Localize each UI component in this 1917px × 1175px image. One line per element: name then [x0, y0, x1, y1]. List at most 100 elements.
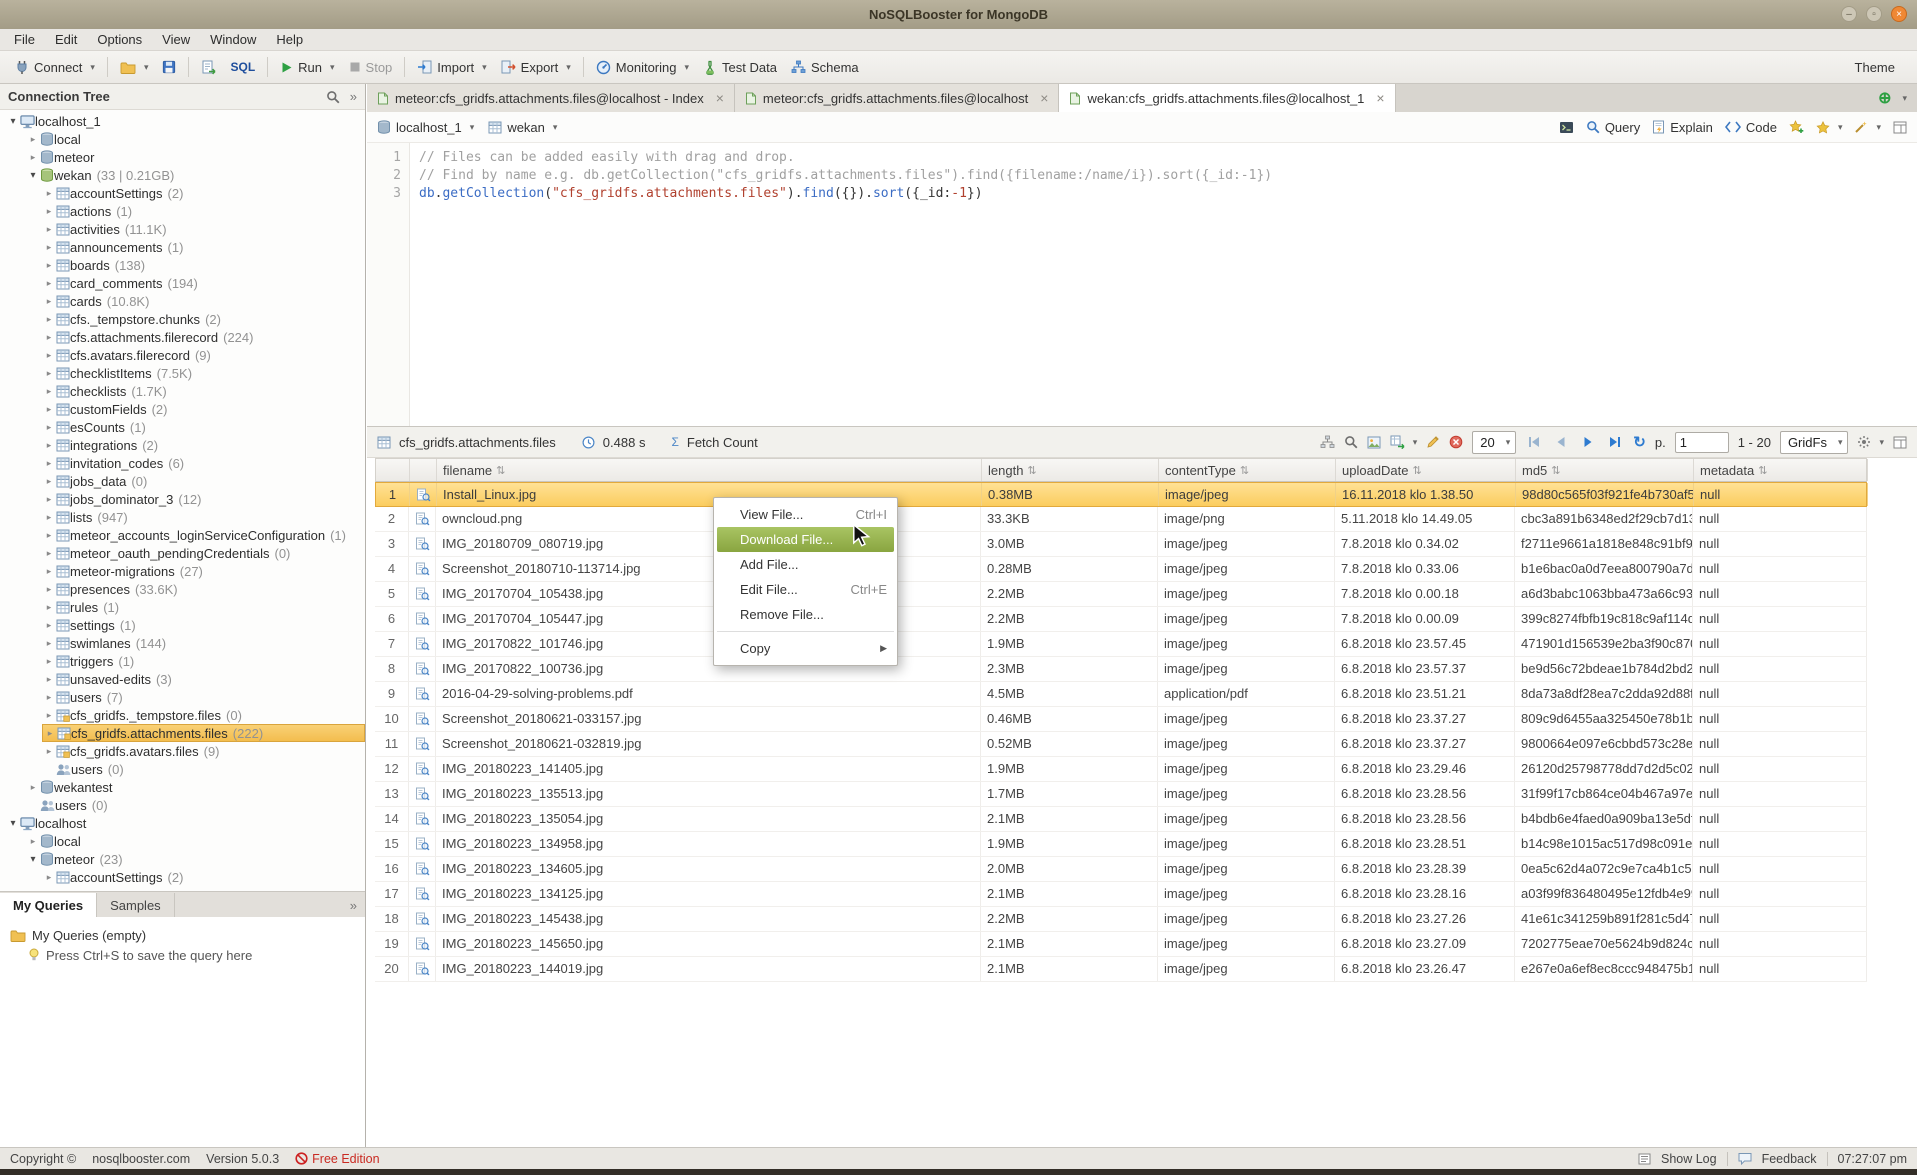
- table-row[interactable]: 10Screenshot_20180621-033157.jpg0.46MBim…: [375, 707, 1867, 732]
- cell-uploadDate[interactable]: 6.8.2018 klo 23.27.26: [1335, 907, 1515, 931]
- cell-length[interactable]: 0.46MB: [981, 707, 1158, 731]
- expand-arrow-icon[interactable]: ▸: [42, 674, 56, 685]
- view-mode-select[interactable]: GridFs▾: [1780, 431, 1849, 454]
- tab-list-icon[interactable]: ▾: [1902, 93, 1907, 104]
- menu-item-file[interactable]: File: [4, 29, 45, 50]
- row-preview-cell[interactable]: [409, 507, 436, 531]
- tree-item[interactable]: ▸cfs.avatars.filerecord(9): [42, 346, 365, 364]
- expand-arrow-icon[interactable]: ▸: [42, 530, 56, 541]
- cell-metadata[interactable]: null: [1693, 657, 1867, 681]
- sort-icon[interactable]: ⇅: [1551, 464, 1560, 477]
- sort-icon[interactable]: ⇅: [1240, 464, 1249, 477]
- cell-filename[interactable]: IMG_20170822_101746.jpg: [436, 632, 981, 656]
- column-header-filename[interactable]: filename⇅: [437, 459, 982, 481]
- export-results-button[interactable]: ▾: [1390, 435, 1418, 449]
- cell-metadata[interactable]: null: [1693, 882, 1867, 906]
- tree-item[interactable]: users(0): [26, 796, 365, 814]
- table-row[interactable]: 92016-04-29-solving-problems.pdf4.5MBapp…: [375, 682, 1867, 707]
- expand-arrow-icon[interactable]: ▸: [42, 566, 56, 577]
- cell-metadata[interactable]: null: [1693, 707, 1867, 731]
- cell-length[interactable]: 0.38MB: [982, 483, 1159, 506]
- cell-contentType[interactable]: image/jpeg: [1158, 932, 1335, 956]
- tree-item[interactable]: ▾localhost_1: [6, 112, 365, 130]
- cell-uploadDate[interactable]: 7.8.2018 klo 0.33.06: [1335, 557, 1515, 581]
- cell-filename[interactable]: Install_Linux.jpg: [437, 483, 982, 506]
- collection-selector[interactable]: wekan▾: [488, 120, 557, 135]
- expand-arrow-icon[interactable]: ▾: [26, 854, 40, 865]
- expand-arrow-icon[interactable]: ▸: [42, 602, 56, 613]
- cell-md5[interactable]: a03f99f836480495e12fdb4e991: [1515, 882, 1693, 906]
- tree-item[interactable]: ▸customFields(2): [42, 400, 365, 418]
- expand-arrow-icon[interactable]: ▸: [26, 152, 40, 163]
- table-row[interactable]: 6IMG_20170704_105447.jpg2.2MBimage/jpeg7…: [375, 607, 1867, 632]
- tree-item[interactable]: ▸swimlanes(144): [42, 634, 365, 652]
- cell-contentType[interactable]: application/pdf: [1158, 682, 1335, 706]
- tree-item[interactable]: ▾localhost: [6, 814, 365, 832]
- stop-button[interactable]: Stop: [342, 54, 400, 80]
- cell-filename[interactable]: IMG_20180223_134605.jpg: [436, 857, 981, 881]
- preview-icon[interactable]: [415, 912, 430, 926]
- sidebar-tab-samples[interactable]: Samples: [97, 893, 175, 918]
- cell-contentType[interactable]: image/jpeg: [1158, 582, 1335, 606]
- editor-code[interactable]: // Find by name e.g. db.getCollection("c…: [409, 167, 1272, 185]
- cell-uploadDate[interactable]: 6.8.2018 klo 23.57.45: [1335, 632, 1515, 656]
- expand-arrow-icon[interactable]: ▸: [42, 422, 56, 433]
- cell-length[interactable]: 2.1MB: [981, 882, 1158, 906]
- cell-md5[interactable]: 8da73a8df28ea7c2dda92d88f0c: [1515, 682, 1693, 706]
- row-preview-cell[interactable]: [409, 807, 436, 831]
- tree-item[interactable]: ▸accountSettings(2): [42, 184, 365, 202]
- cell-length[interactable]: 3.0MB: [981, 532, 1158, 556]
- cell-md5[interactable]: 471901d156539e2ba3f90c870f8: [1515, 632, 1693, 656]
- editor-code[interactable]: // Files can be added easily with drag a…: [409, 149, 795, 167]
- menu-item-options[interactable]: Options: [87, 29, 152, 50]
- code-button[interactable]: Code: [1725, 120, 1777, 135]
- table-row[interactable]: 14IMG_20180223_135054.jpg2.1MBimage/jpeg…: [375, 807, 1867, 832]
- cell-contentType[interactable]: image/jpeg: [1158, 857, 1335, 881]
- tree-item[interactable]: ▸announcements(1): [42, 238, 365, 256]
- cell-contentType[interactable]: image/jpeg: [1158, 757, 1335, 781]
- expand-arrow-icon[interactable]: ▸: [42, 710, 56, 721]
- cell-metadata[interactable]: null: [1693, 632, 1867, 656]
- table-row[interactable]: 7IMG_20170822_101746.jpg1.9MBimage/jpeg6…: [375, 632, 1867, 657]
- favorites-button[interactable]: ▾: [1816, 121, 1843, 134]
- close-icon[interactable]: ×: [1376, 91, 1384, 105]
- row-preview-cell[interactable]: [409, 732, 436, 756]
- expand-arrow-icon[interactable]: ▸: [42, 314, 56, 325]
- page-number-input[interactable]: [1675, 432, 1729, 453]
- cell-uploadDate[interactable]: 6.8.2018 klo 23.37.27: [1335, 732, 1515, 756]
- tree-item[interactable]: users(0): [42, 760, 365, 778]
- sort-icon[interactable]: ⇅: [496, 464, 505, 477]
- cancel-icon[interactable]: [1449, 435, 1463, 449]
- cell-length[interactable]: 0.28MB: [981, 557, 1158, 581]
- cell-length[interactable]: 2.2MB: [981, 907, 1158, 931]
- export-script-button[interactable]: [194, 54, 223, 80]
- row-preview-cell[interactable]: [410, 483, 437, 506]
- tree-item[interactable]: ▸wekantest: [26, 778, 365, 796]
- cell-contentType[interactable]: image/jpeg: [1158, 607, 1335, 631]
- cell-md5[interactable]: b1e6bac0a0d7eea800790a7d47: [1515, 557, 1693, 581]
- tree-item[interactable]: ▸cards(10.8K): [42, 292, 365, 310]
- column-header-uploadDate[interactable]: uploadDate⇅: [1336, 459, 1516, 481]
- table-row[interactable]: 2owncloud.png33.3KBimage/png5.11.2018 kl…: [375, 507, 1867, 532]
- cell-contentType[interactable]: image/jpeg: [1158, 807, 1335, 831]
- cell-filename[interactable]: Screenshot_20180621-033157.jpg: [436, 707, 981, 731]
- cell-metadata[interactable]: null: [1694, 483, 1868, 506]
- preview-icon[interactable]: [415, 737, 430, 751]
- search-icon[interactable]: [326, 90, 340, 104]
- tree-item[interactable]: ▸meteor: [26, 148, 365, 166]
- database-selector[interactable]: localhost_1▾: [377, 120, 474, 135]
- preview-icon[interactable]: [415, 762, 430, 776]
- page-prev-icon[interactable]: [1552, 433, 1570, 451]
- cell-metadata[interactable]: null: [1693, 757, 1867, 781]
- expand-arrow-icon[interactable]: ▸: [26, 836, 40, 847]
- expand-arrow-icon[interactable]: ▸: [42, 224, 56, 235]
- cell-length[interactable]: 2.3MB: [981, 657, 1158, 681]
- layout-icon[interactable]: [1893, 121, 1907, 134]
- cell-contentType[interactable]: image/png: [1158, 507, 1335, 531]
- cell-uploadDate[interactable]: 6.8.2018 klo 23.51.21: [1335, 682, 1515, 706]
- cell-md5[interactable]: 7202775eae70e5624b9d824cff6: [1515, 932, 1693, 956]
- table-row[interactable]: 8IMG_20170822_100736.jpg2.3MBimage/jpeg6…: [375, 657, 1867, 682]
- table-row[interactable]: 5IMG_20170704_105438.jpg2.2MBimage/jpeg7…: [375, 582, 1867, 607]
- cell-filename[interactable]: IMG_20180223_135054.jpg: [436, 807, 981, 831]
- save-button[interactable]: [155, 54, 183, 80]
